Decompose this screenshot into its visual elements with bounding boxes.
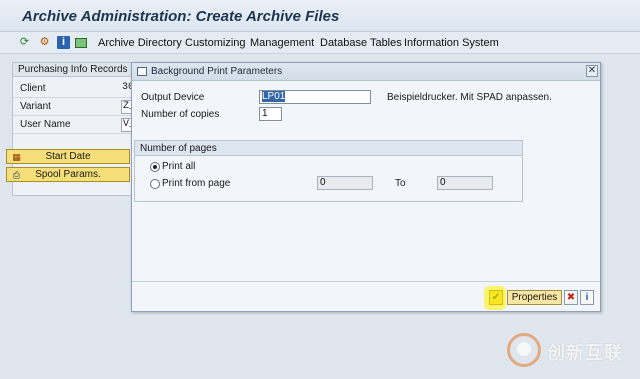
to-label: To [395, 178, 406, 189]
to-page-input[interactable]: 0 [437, 176, 493, 190]
spool-params-button[interactable]: ⎙ Spool Params. [6, 167, 130, 182]
start-date-button[interactable]: ▦ Start Date [6, 149, 130, 164]
close-icon[interactable]: ✕ [586, 65, 598, 77]
watermark: 创新互联 [507, 333, 632, 367]
application-toolbar: ⟳ ⚙ i Archive Directory Customizing Mana… [0, 32, 640, 54]
menu-information-system[interactable]: Information System [404, 37, 499, 49]
print-from-page-radio[interactable] [150, 179, 160, 189]
menu-management[interactable]: Management [250, 37, 314, 49]
client-label: Client [20, 83, 46, 94]
footer-separator [132, 281, 600, 282]
number-of-pages-group: Number of pages Print all Print from pag… [134, 140, 523, 202]
spool-params-label: Spool Params. [35, 169, 101, 180]
copies-input[interactable]: 1 [259, 107, 282, 121]
print-from-page-label: Print from page [162, 178, 231, 189]
variant-icon[interactable]: ⚙ [38, 36, 51, 49]
client-row: Client 30 [13, 81, 135, 98]
dialog-window-icon [137, 67, 147, 76]
output-device-value: LP01 [262, 91, 286, 102]
copies-label: Number of copies [141, 109, 220, 120]
menu-customizing[interactable]: Customizing [185, 37, 246, 49]
info-icon: i [585, 292, 589, 303]
background-print-parameters-dialog: Background Print Parameters ✕ Output Dev… [131, 62, 601, 312]
from-page-input[interactable]: 0 [317, 176, 373, 190]
screen-icon[interactable] [75, 38, 87, 48]
panel-title: Purchasing Info Records [13, 63, 135, 77]
number-of-pages-title: Number of pages [135, 141, 522, 156]
dialog-header: Background Print Parameters ✕ [132, 63, 600, 81]
output-device-input[interactable]: LP01 [259, 90, 371, 104]
menu-archive-directory[interactable]: Archive Directory [98, 37, 182, 49]
page-title: Archive Administration: Create Archive F… [22, 8, 340, 25]
info-icon[interactable]: i [57, 36, 70, 49]
confirm-highlight-marker [484, 286, 506, 310]
print-all-label: Print all [162, 161, 196, 172]
title-bar: Archive Administration: Create Archive F… [0, 0, 640, 32]
watermark-text: 创新互联 [547, 343, 623, 363]
cancel-button[interactable]: ✖ [564, 290, 578, 305]
start-date-label: Start Date [45, 151, 91, 162]
help-button[interactable]: i [580, 290, 594, 305]
print-all-radio[interactable] [150, 162, 160, 172]
properties-button[interactable]: Properties [507, 290, 562, 305]
output-device-label: Output Device [141, 92, 205, 103]
user-name-label: User Name [20, 119, 71, 130]
menu-database-tables[interactable]: Database Tables [320, 37, 402, 49]
output-device-description: Beispieldrucker. Mit SPAD anpassen. [387, 92, 552, 103]
dialog-title: Background Print Parameters [151, 66, 283, 77]
variant-label: Variant [20, 101, 51, 112]
variant-row: Variant Z_ [13, 99, 135, 116]
user-name-row: User Name V_ [13, 117, 135, 134]
cancel-icon: ✖ [566, 292, 576, 303]
execute-icon[interactable]: ⟳ [18, 36, 31, 49]
watermark-logo-icon [507, 333, 541, 367]
